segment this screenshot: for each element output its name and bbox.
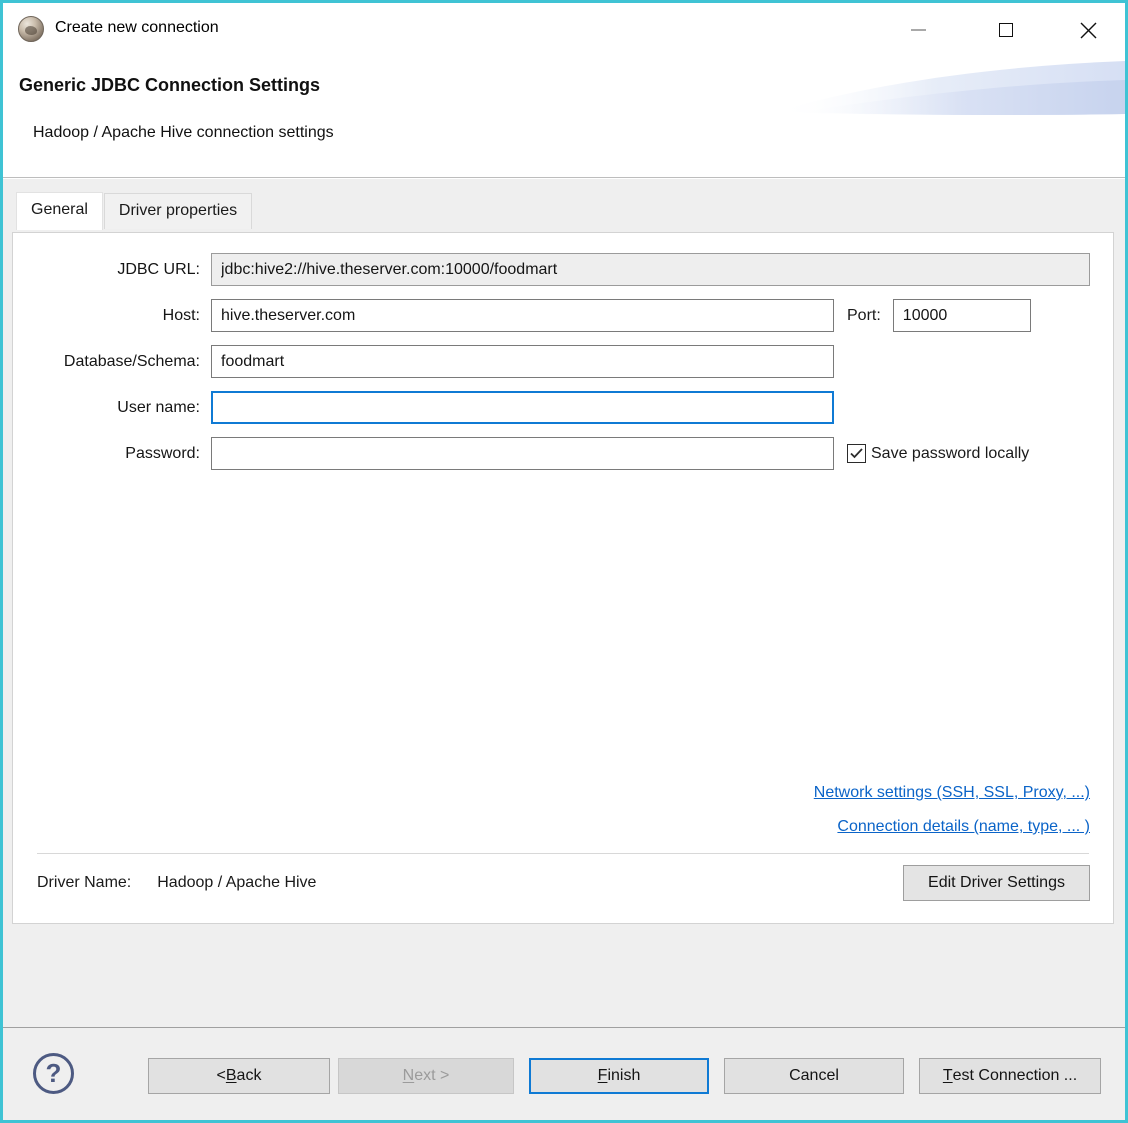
tab-driver-properties[interactable]: Driver properties xyxy=(104,193,252,229)
password-row: Password: Save password locally xyxy=(13,437,1113,470)
button-bar: ? < Back Next > Finish Cancel Test Conne… xyxy=(3,1027,1125,1120)
back-label-pre: < xyxy=(217,1067,226,1085)
jdbc-url-label: JDBC URL: xyxy=(13,261,211,279)
help-icon[interactable]: ? xyxy=(33,1053,74,1094)
network-settings-link[interactable]: Network settings (SSH, SSL, Proxy, ...) xyxy=(814,776,1090,810)
minimize-icon xyxy=(911,29,926,31)
driver-name-label: Driver Name: xyxy=(37,874,131,892)
host-field[interactable] xyxy=(211,299,834,332)
password-label: Password: xyxy=(13,445,211,463)
back-label-post: ack xyxy=(237,1067,262,1085)
driver-separator xyxy=(37,853,1089,854)
database-label: Database/Schema: xyxy=(13,353,211,371)
jdbc-url-field[interactable] xyxy=(211,253,1090,286)
username-label: User name: xyxy=(13,399,211,417)
cancel-button[interactable]: Cancel xyxy=(724,1058,904,1094)
close-button[interactable] xyxy=(1066,13,1110,47)
page-title: Generic JDBC Connection Settings xyxy=(19,75,320,96)
port-label: Port: xyxy=(847,307,881,325)
dialog-header: Generic JDBC Connection Settings Hadoop … xyxy=(3,55,1125,178)
window-title: Create new connection xyxy=(55,19,219,37)
connection-form: JDBC URL: Host: Port: Database/Schema: U… xyxy=(13,233,1113,470)
database-row: Database/Schema: xyxy=(13,345,1113,378)
next-label-post: ext > xyxy=(414,1067,449,1085)
connection-details-link[interactable]: Connection details (name, type, ... ) xyxy=(814,810,1090,844)
database-field[interactable] xyxy=(211,345,834,378)
finish-button[interactable]: Finish xyxy=(529,1058,709,1094)
driver-row: Driver Name: Hadoop / Apache Hive Edit D… xyxy=(37,864,1090,902)
dialog-body: General Driver properties JDBC URL: Host… xyxy=(3,179,1125,1027)
create-connection-dialog: Create new connection xyxy=(0,0,1128,1123)
page-subtitle: Hadoop / Apache Hive connection settings xyxy=(33,124,334,142)
maximize-icon xyxy=(999,23,1013,37)
next-button[interactable]: Next > xyxy=(338,1058,514,1094)
test-label-post: est Connection ... xyxy=(953,1067,1078,1085)
app-icon xyxy=(18,16,44,42)
checkbox-checked-icon xyxy=(847,444,866,463)
next-label-key: N xyxy=(403,1067,415,1085)
test-connection-button[interactable]: Test Connection ... xyxy=(919,1058,1101,1094)
password-field[interactable] xyxy=(211,437,834,470)
username-row: User name: xyxy=(13,391,1113,424)
tab-bar: General Driver properties xyxy=(16,192,252,229)
username-field[interactable] xyxy=(211,391,834,424)
port-field[interactable] xyxy=(893,299,1031,332)
settings-links: Network settings (SSH, SSL, Proxy, ...) … xyxy=(814,776,1090,844)
jdbc-url-row: JDBC URL: xyxy=(13,253,1113,286)
host-label: Host: xyxy=(13,307,211,325)
finish-label-post: inish xyxy=(607,1067,640,1085)
save-password-label: Save password locally xyxy=(871,445,1029,463)
header-swoosh xyxy=(775,46,1125,121)
save-password-checkbox[interactable]: Save password locally xyxy=(847,444,1029,463)
maximize-button[interactable] xyxy=(984,13,1028,47)
general-tab-panel: JDBC URL: Host: Port: Database/Schema: U… xyxy=(12,232,1114,924)
finish-label-key: F xyxy=(598,1067,608,1085)
edit-driver-settings-button[interactable]: Edit Driver Settings xyxy=(903,865,1090,901)
back-label-key: B xyxy=(226,1067,237,1085)
test-label-key: T xyxy=(943,1067,953,1085)
tab-general[interactable]: General xyxy=(16,192,103,230)
back-button[interactable]: < Back xyxy=(148,1058,330,1094)
host-row: Host: Port: xyxy=(13,299,1113,332)
driver-name-value: Hadoop / Apache Hive xyxy=(157,874,316,892)
wizard-buttons: < Back Next > Finish Cancel Test Connect… xyxy=(148,1058,1101,1094)
minimize-button[interactable] xyxy=(896,13,940,47)
close-icon xyxy=(1080,22,1097,39)
